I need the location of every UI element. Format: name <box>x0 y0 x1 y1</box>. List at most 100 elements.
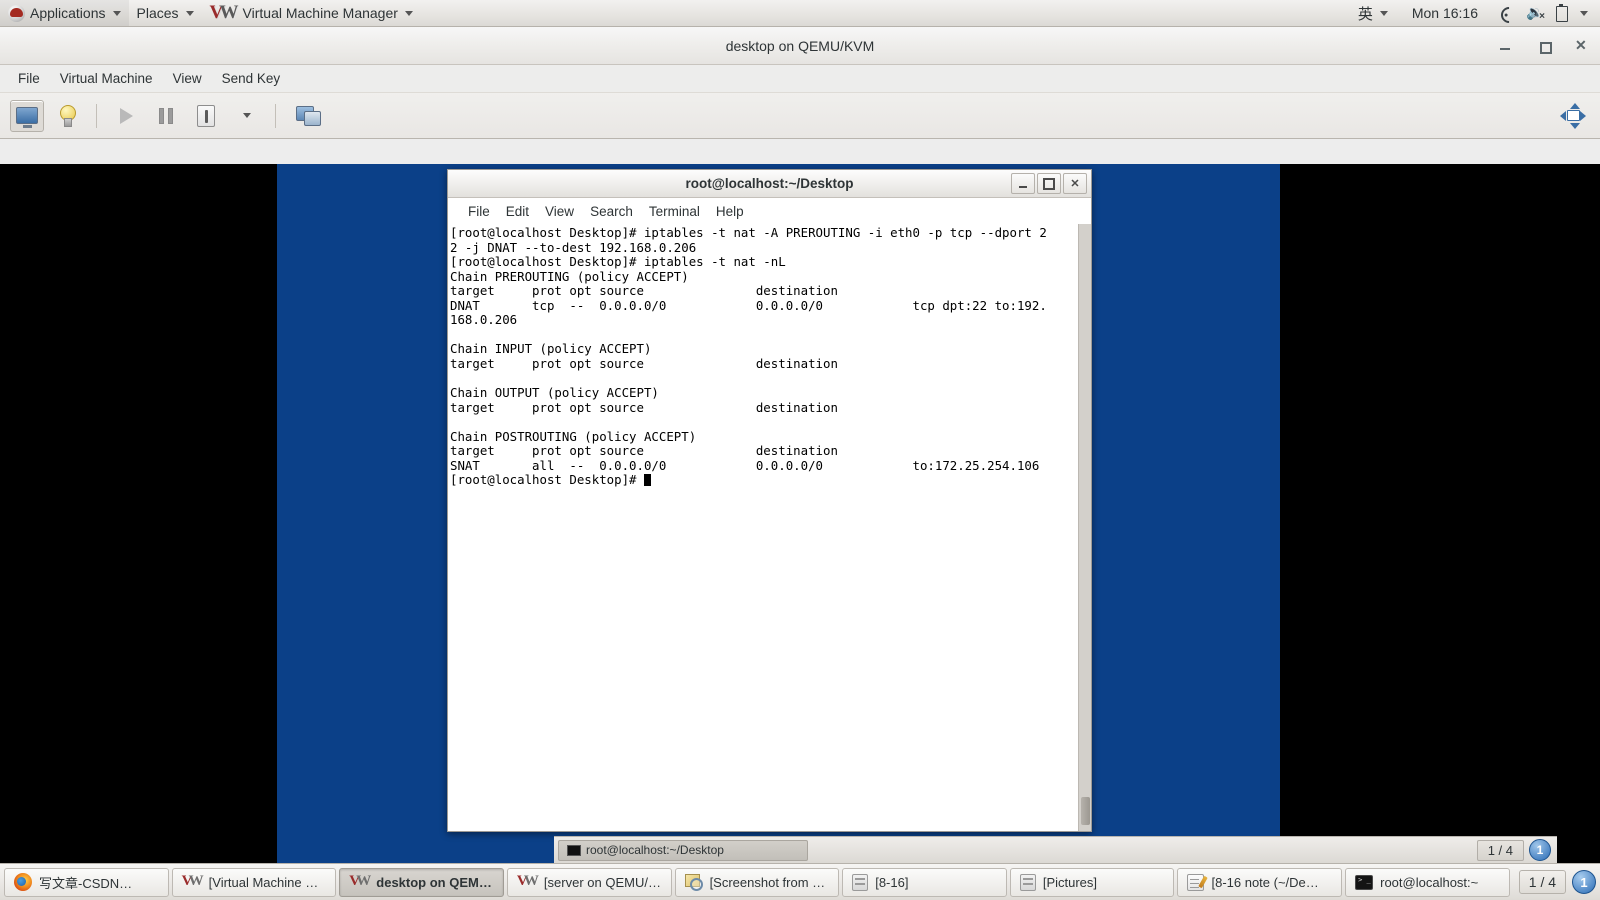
chevron-down-icon <box>185 10 194 16</box>
play-icon <box>119 107 133 124</box>
vmm-menu-send-key[interactable]: Send Key <box>212 67 291 90</box>
terminal-maximize-button[interactable] <box>1037 173 1061 194</box>
vm-console-viewport[interactable]: home Trash root@localhost:~/Desktop <box>0 164 1600 863</box>
taskbar-item-server-vm[interactable]: VW [server on QEMU/… <box>506 867 672 897</box>
terminal-window-controls <box>1011 173 1087 194</box>
vm-taskbar-right: 1 / 4 1 <box>1476 839 1553 861</box>
snapshots-icon <box>296 105 321 126</box>
vmm-window: desktop on QEMU/KVM File Virtual Machine… <box>0 27 1600 863</box>
taskbar-item-folder-pictures[interactable]: [Pictures] <box>1009 867 1175 897</box>
vm-desktop[interactable]: home Trash root@localhost:~/Desktop <box>277 164 1557 863</box>
chevron-down-icon <box>112 10 121 16</box>
taskbar-item-terminal[interactable]: root@localhost:~ <box>1345 867 1510 897</box>
chevron-down-icon <box>1379 10 1388 16</box>
terminal-menu-view[interactable]: View <box>537 201 582 222</box>
clock[interactable]: Mon 16:16 <box>1398 0 1492 26</box>
power-icon <box>197 104 215 127</box>
screenshot-icon <box>684 874 703 891</box>
fullscreen-button[interactable] <box>1556 100 1590 132</box>
file-manager-icon <box>1019 873 1036 891</box>
wifi-icon <box>1498 4 1516 22</box>
run-button <box>109 100 143 132</box>
terminal-menu-terminal[interactable]: Terminal <box>641 201 708 222</box>
taskbar-item-note-editor[interactable]: [8-16 note (~/De… <box>1177 867 1343 897</box>
terminal-scrollbar-thumb[interactable] <box>1081 797 1090 825</box>
monitor-icon <box>16 107 38 128</box>
host-workspace-badge[interactable]: 1 <box>1572 870 1597 894</box>
taskbar-item-label: [server on QEMU/… <box>543 874 661 890</box>
host-taskbar-right: 1 / 4 1 <box>1513 870 1597 894</box>
taskbar-item-label: 写文章-CSDN… <box>39 875 133 891</box>
vmm-toolbar <box>0 93 1600 139</box>
terminal-titlebar: root@localhost:~/Desktop <box>448 170 1091 198</box>
places-menu[interactable]: Places <box>129 0 202 26</box>
vm-taskbar-item-terminal[interactable]: root@localhost:~/Desktop <box>558 839 808 861</box>
terminal-close-button[interactable] <box>1063 173 1087 194</box>
taskbar-item-label: root@localhost:~ <box>1380 874 1479 890</box>
taskbar-item-desktop-vm[interactable]: VW desktop on QEMU… <box>339 867 504 897</box>
pause-button[interactable] <box>149 100 183 132</box>
battery-indicator[interactable] <box>1550 0 1572 26</box>
terminal-prompt: [root@localhost Desktop]# <box>450 472 644 488</box>
snapshots-button[interactable] <box>288 100 328 132</box>
show-console-button[interactable] <box>10 99 44 132</box>
user-menu[interactable] <box>1574 0 1592 26</box>
terminal-menu-help[interactable]: Help <box>708 201 752 222</box>
input-method-label: 英 <box>1357 5 1373 23</box>
places-menu-label: Places <box>136 5 179 21</box>
applications-menu[interactable]: Applications <box>0 0 129 26</box>
redhat-logo-icon <box>8 4 25 22</box>
chevron-down-icon <box>1580 10 1588 16</box>
terminal-output-text: [root@localhost Desktop]# iptables -t na… <box>450 225 1047 473</box>
taskbar-item-label: [Screenshot from … <box>709 874 826 890</box>
vmm-icon: VW <box>349 873 372 889</box>
taskbar-item-label: [Virtual Machine M… <box>208 874 327 890</box>
terminal-scrollbar[interactable] <box>1078 224 1091 831</box>
vmm-menu-file[interactable]: File <box>8 67 50 90</box>
taskbar-item-label: [8-16 note (~/De… <box>1211 874 1319 890</box>
applications-menu-label: Applications <box>30 5 106 21</box>
chevron-down-icon <box>404 10 413 16</box>
show-details-button[interactable] <box>50 100 84 132</box>
volume-indicator[interactable] <box>1522 0 1548 26</box>
taskbar-item-virtual-machine-manager[interactable]: VW [Virtual Machine M… <box>171 867 337 897</box>
vmm-app-menu-label: Virtual Machine Manager <box>242 5 398 21</box>
vmm-maximize-button[interactable] <box>1536 38 1552 54</box>
vm-taskbar-item-label: root@localhost:~/Desktop <box>586 843 724 857</box>
vmm-titlebar: desktop on QEMU/KVM <box>0 27 1600 65</box>
input-method-indicator[interactable]: 英 <box>1350 0 1396 26</box>
taskbar-item-screenshot[interactable]: [Screenshot from … <box>674 867 840 897</box>
terminal-menu-file[interactable]: File <box>460 201 498 222</box>
network-indicator[interactable] <box>1494 0 1520 26</box>
vm-workspace-badge[interactable]: 1 <box>1529 839 1551 861</box>
panel-right-group: 英 Mon 16:16 <box>1350 0 1600 26</box>
terminal-window-title: root@localhost:~/Desktop <box>685 176 854 191</box>
fullscreen-icon <box>1560 102 1586 129</box>
vmm-app-menu[interactable]: VW Virtual Machine Manager <box>202 0 421 26</box>
vmm-menu-virtual-machine[interactable]: Virtual Machine <box>50 67 163 90</box>
terminal-menu-search[interactable]: Search <box>582 201 641 222</box>
vm-workspace-indicator[interactable]: 1 / 4 <box>1476 839 1524 861</box>
vmm-minimize-button[interactable] <box>1498 38 1514 54</box>
taskbar-item-folder-8-16[interactable]: [8-16] <box>842 867 1007 897</box>
host-workspace-indicator[interactable]: 1 / 4 <box>1518 870 1567 894</box>
firefox-icon <box>14 873 32 891</box>
vmm-icon: VW <box>209 2 239 23</box>
vmm-icon: VW <box>181 873 204 889</box>
terminal-body[interactable]: [root@localhost Desktop]# iptables -t na… <box>448 224 1091 831</box>
lightbulb-icon <box>59 104 76 127</box>
toolbar-separator <box>275 103 276 128</box>
panel-left-group: Applications Places VW Virtual Machine M… <box>0 0 421 26</box>
terminal-window[interactable]: root@localhost:~/Desktop File Edit View … <box>447 169 1092 832</box>
screen-root: Applications Places VW Virtual Machine M… <box>0 0 1600 900</box>
vmm-menu-view[interactable]: View <box>163 67 212 90</box>
taskbar-item-label: desktop on QEMU… <box>376 874 494 890</box>
vm-taskbar: root@localhost:~/Desktop 1 / 4 1 <box>554 836 1557 863</box>
shutdown-dropdown-button[interactable] <box>229 100 263 132</box>
shutdown-button[interactable] <box>189 100 223 132</box>
chevron-down-icon <box>243 113 251 118</box>
terminal-minimize-button[interactable] <box>1011 173 1035 194</box>
terminal-menu-edit[interactable]: Edit <box>498 201 537 222</box>
taskbar-item-firefox[interactable]: 写文章-CSDN… <box>4 867 169 897</box>
vmm-close-button[interactable] <box>1574 37 1590 54</box>
